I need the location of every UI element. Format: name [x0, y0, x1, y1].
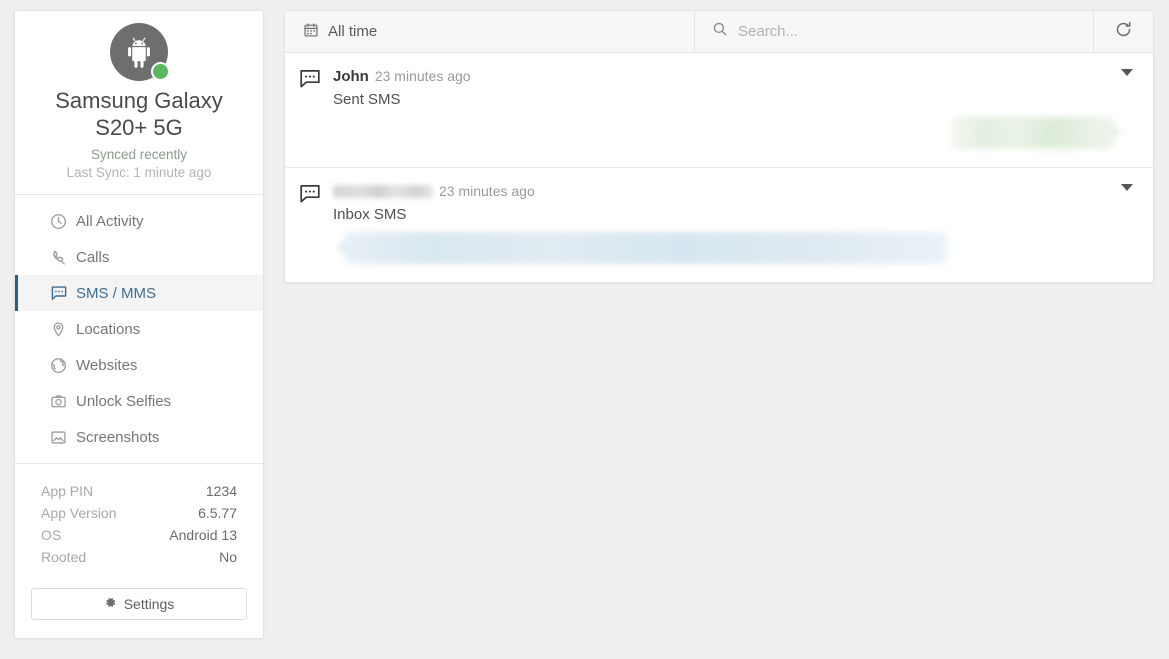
- sidebar-item-label: Screenshots: [76, 428, 160, 446]
- message-header: John 23 minutes ago Sent SMS: [285, 67, 1153, 108]
- message-bubble-incoming: [336, 232, 947, 264]
- map-pin-icon: [50, 321, 76, 338]
- chevron-down-icon[interactable]: [1121, 184, 1133, 191]
- sidebar-item-label: Calls: [76, 248, 110, 266]
- toolbar: All time: [284, 10, 1154, 53]
- message-sender-redacted: [333, 185, 433, 198]
- gear-icon: [104, 596, 117, 612]
- message-type: Sent SMS: [333, 91, 401, 108]
- search-area[interactable]: [695, 11, 1094, 52]
- date-filter-button[interactable]: All time: [285, 11, 695, 52]
- info-row: Rooted No: [41, 546, 237, 568]
- search-icon: [712, 21, 728, 42]
- message-bubble-outgoing: [952, 117, 1123, 149]
- last-sync-time: Last Sync: 1 minute ago: [66, 165, 212, 180]
- sidebar-item-label: Unlock Selfies: [76, 392, 172, 410]
- info-key: Rooted: [41, 549, 87, 565]
- info-row: App Version 6.5.77: [41, 502, 237, 524]
- speech-bubble-icon: [299, 67, 333, 94]
- info-row: App PIN 1234: [41, 480, 237, 502]
- phone-icon: [50, 249, 76, 266]
- device-card: Samsung Galaxy S20+ 5G Synced recently L…: [15, 11, 263, 195]
- message-bubble-area: [285, 115, 1153, 155]
- globe-icon: [50, 357, 76, 374]
- device-info-table: App PIN 1234 App Version 6.5.77 OS Andro…: [15, 464, 263, 574]
- calendar-icon: [303, 22, 319, 42]
- message-timestamp: 23 minutes ago: [439, 183, 535, 199]
- info-value: 6.5.77: [198, 505, 237, 521]
- info-value: 1234: [205, 483, 237, 499]
- app-root: Samsung Galaxy S20+ 5G Synced recently L…: [0, 0, 1169, 659]
- sidebar-item-unlock-selfies[interactable]: Unlock Selfies: [15, 383, 263, 419]
- settings-button-label: Settings: [123, 596, 175, 612]
- info-value: Android 13: [169, 527, 237, 543]
- chevron-down-icon[interactable]: [1121, 69, 1133, 76]
- message-sender: John: [333, 68, 369, 85]
- message-sender-line: John 23 minutes ago: [333, 67, 1135, 86]
- message-header: 23 minutes ago Inbox SMS: [285, 182, 1153, 223]
- sidebar-item-label: Websites: [76, 356, 138, 374]
- speech-bubble-icon: [50, 285, 76, 302]
- sidebar: Samsung Galaxy S20+ 5G Synced recently L…: [14, 10, 264, 639]
- refresh-button[interactable]: [1094, 11, 1153, 52]
- settings-area: Settings: [15, 574, 263, 638]
- clock-icon: [50, 213, 76, 230]
- sync-status: Synced recently: [90, 147, 188, 162]
- camera-icon: [50, 393, 76, 410]
- sidebar-item-all-activity[interactable]: All Activity: [15, 203, 263, 239]
- message-list: John 23 minutes ago Sent SMS 23 minutes …: [284, 53, 1154, 283]
- sidebar-item-websites[interactable]: Websites: [15, 347, 263, 383]
- device-name: Samsung Galaxy S20+ 5G: [55, 88, 223, 140]
- table-row[interactable]: 23 minutes ago Inbox SMS: [285, 168, 1153, 282]
- message-bubble-area: [285, 230, 1153, 270]
- settings-button[interactable]: Settings: [31, 588, 247, 620]
- message-sender-line: 23 minutes ago: [333, 182, 1135, 201]
- status-dot: [151, 62, 170, 81]
- sidebar-item-calls[interactable]: Calls: [15, 239, 263, 275]
- message-type: Inbox SMS: [333, 206, 407, 223]
- info-key: OS: [41, 527, 62, 543]
- speech-bubble-icon: [299, 182, 333, 209]
- sidebar-item-label: SMS / MMS: [76, 284, 157, 302]
- info-key: App PIN: [41, 483, 94, 499]
- table-row[interactable]: John 23 minutes ago Sent SMS: [285, 53, 1153, 168]
- sidebar-item-locations[interactable]: Locations: [15, 311, 263, 347]
- avatar: [110, 23, 170, 81]
- search-input[interactable]: [738, 23, 1093, 40]
- message-meta: 23 minutes ago Inbox SMS: [333, 182, 1135, 223]
- info-row: OS Android 13: [41, 524, 237, 546]
- info-key: App Version: [41, 505, 117, 521]
- refresh-icon: [1114, 20, 1133, 44]
- sidebar-item-sms-mms[interactable]: SMS / MMS: [15, 275, 263, 311]
- message-timestamp: 23 minutes ago: [374, 68, 471, 84]
- date-filter-label: All time: [328, 23, 378, 40]
- main-panel: All time Search... John 23 minutes ago S…: [284, 10, 1154, 283]
- sidebar-item-label: Locations: [76, 320, 141, 338]
- info-value: No: [219, 549, 237, 565]
- message-meta: John 23 minutes ago Sent SMS: [333, 67, 1135, 108]
- sidebar-item-screenshots[interactable]: Screenshots: [15, 419, 263, 455]
- image-icon: [50, 429, 76, 446]
- sidebar-item-label: All Activity: [76, 212, 144, 230]
- sidebar-nav: All Activity Calls SMS / MMS Locations W…: [15, 195, 263, 464]
